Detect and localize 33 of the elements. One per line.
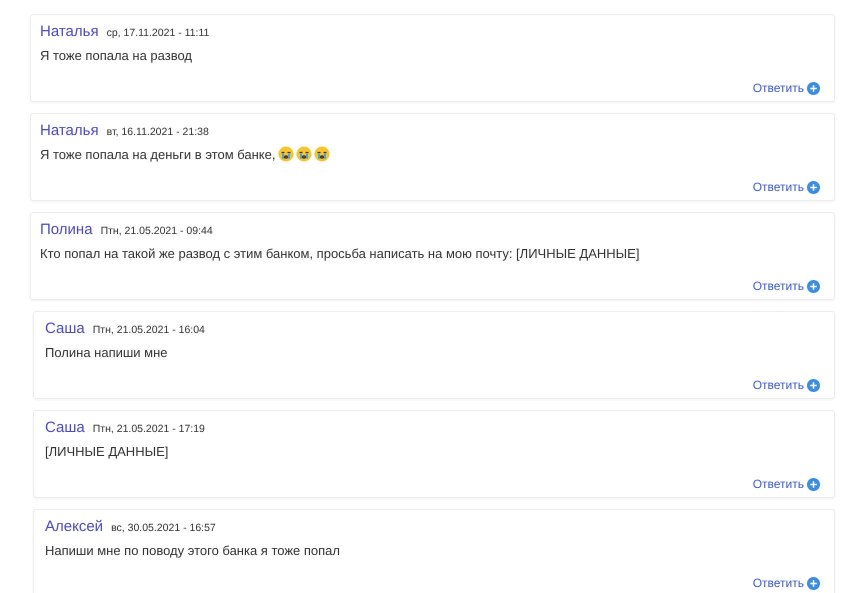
- crying-emoji-icon: [314, 146, 330, 162]
- reply-link[interactable]: Ответить: [752, 378, 820, 392]
- plus-icon: [807, 280, 820, 292]
- comment-date: Птн, 21.05.2021 - 09:44: [100, 225, 213, 237]
- comment-text: [ЛИЧНЫЕ ДАННЫЕ]: [45, 444, 168, 458]
- author-name: Алексей: [45, 518, 104, 535]
- crying-emoji-icon: [296, 146, 312, 162]
- reply-link[interactable]: Ответить: [752, 576, 820, 590]
- author-name: Наталья: [40, 122, 99, 139]
- plus-icon: [807, 478, 820, 490]
- reply-link[interactable]: Ответить: [752, 477, 820, 491]
- plus-icon: [807, 576, 820, 590]
- comment-text: Я тоже попала на деньги в этом банке,: [40, 146, 276, 162]
- comment-date: вс, 30.05.2021 - 16:57: [111, 522, 216, 534]
- comment-date: Птн, 21.05.2021 - 17:19: [92, 423, 205, 435]
- comment-date: вт, 16.11.2021 - 21:38: [106, 126, 209, 138]
- plus-icon: [807, 82, 820, 94]
- author-name: Саша: [45, 320, 85, 337]
- comment-date: Птн, 21.05.2021 - 16:04: [92, 324, 205, 336]
- comment-date: ср, 17.11.2021 - 11:11: [106, 27, 210, 39]
- crying-emoji-icon: [278, 146, 294, 162]
- comment-text: Полина напиши мне: [45, 344, 168, 360]
- reply-link[interactable]: Ответить: [752, 180, 820, 194]
- author-name: Саша: [45, 419, 85, 436]
- comment-text: Кто попал на такой же развод с этим банком, просьба написать на мою почту: [ЛИЧНЫЕ ДАННЫЕ]: [40, 246, 640, 260]
- reply-link[interactable]: Ответить: [752, 279, 820, 293]
- comment-text: Я тоже попала на развод: [40, 48, 192, 62]
- author-name: Полина: [40, 221, 93, 238]
- plus-icon: [807, 180, 820, 194]
- author-name: Наталья: [40, 23, 99, 40]
- plus-icon: [807, 378, 820, 392]
- comment-text: Напиши мне по поводу этого банка я тоже попал: [45, 542, 340, 558]
- reply-link[interactable]: Ответить: [752, 81, 820, 95]
